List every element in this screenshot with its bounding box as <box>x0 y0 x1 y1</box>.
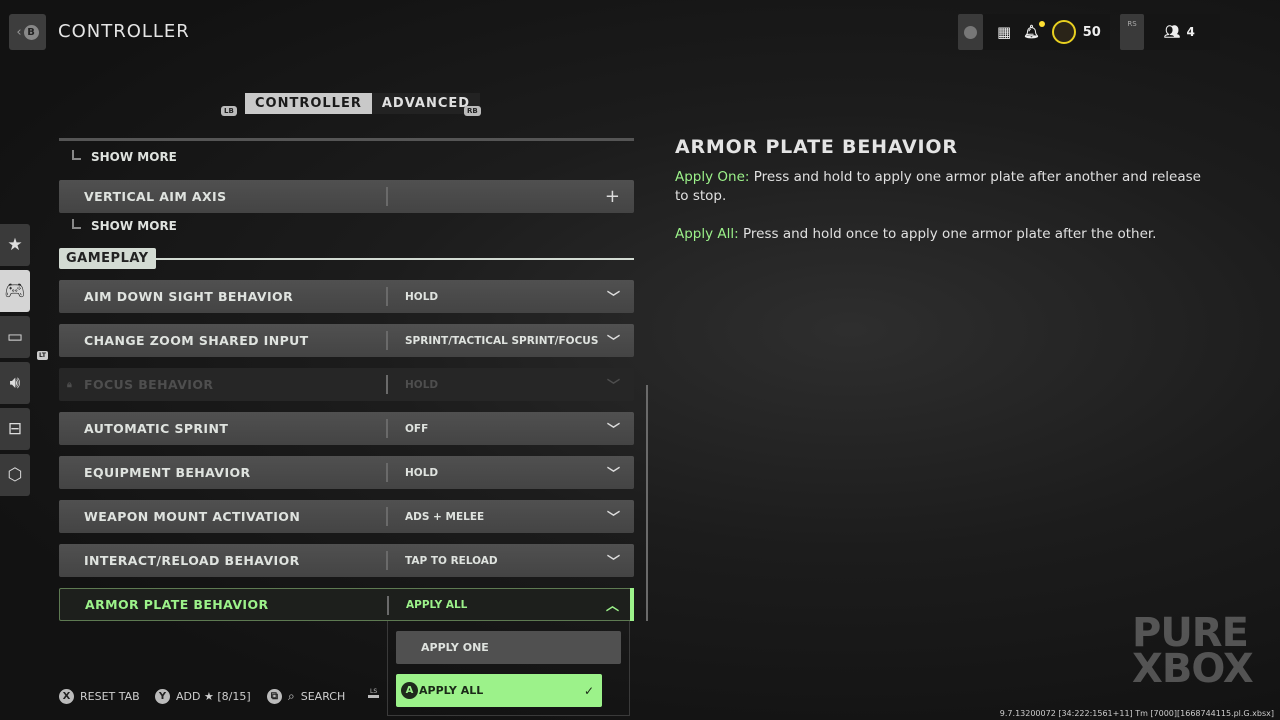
b-button-icon: B <box>23 24 39 40</box>
view-button-icon: ⧉ <box>267 689 282 704</box>
setting-value: TAP TO RELOAD <box>405 554 498 567</box>
setting-label: EQUIPMENT BEHAVIOR <box>84 465 251 480</box>
build-info: 9.7.13200072 [34:222:1561+11] Tm [7000][… <box>999 709 1274 718</box>
separator <box>386 463 388 482</box>
setting-value: HOLD <box>405 290 439 303</box>
setting-value: APPLY ALL <box>406 598 468 611</box>
setting-label: AUTOMATIC SPRINT <box>84 421 229 436</box>
lb-bumper: LB <box>221 98 237 117</box>
show-more-link[interactable]: SHOW MORE <box>72 150 177 164</box>
section-header-gameplay: GAMEPLAY <box>59 248 156 269</box>
setting-value: OFF <box>405 422 429 435</box>
lock-icon: 🔒︎ <box>67 379 72 390</box>
setting-value: SPRINT/TACTICAL SPRINT/FOCUS <box>405 334 599 347</box>
detail-title: ARMOR PLATE BEHAVIOR <box>675 136 958 158</box>
divider <box>59 138 634 141</box>
chevron-down-icon: ﹀ <box>606 555 620 570</box>
setting-row[interactable]: AUTOMATIC SPRINT OFF ﹀ <box>59 412 634 445</box>
chevron-down-icon: ﹀ <box>606 511 620 526</box>
grid-icon[interactable]: ▦ <box>997 23 1011 41</box>
chevron-down-icon: ﹀ <box>606 291 620 306</box>
rb-bumper: RB <box>464 98 481 117</box>
setting-label: FOCUS BEHAVIOR <box>84 377 214 392</box>
graphics-icon[interactable]: ▭ <box>0 316 30 358</box>
pure-xbox-watermark: PURE XBOX <box>1132 610 1254 692</box>
a-button-icon: A <box>401 682 418 699</box>
search-button[interactable]: ⧉ ⌕ SEARCH <box>267 689 345 704</box>
party-icon[interactable]: 👥︎ <box>1164 25 1181 40</box>
setting-label: WEAPON MOUNT ACTIVATION <box>84 509 301 524</box>
separator <box>387 596 389 615</box>
ls-hint: LS <box>368 688 380 698</box>
separator <box>386 419 388 438</box>
separator <box>386 331 388 350</box>
chevron-left-icon: ‹ <box>16 24 22 40</box>
tab-controller[interactable]: CONTROLLER <box>245 93 372 114</box>
setting-row[interactable]: AIM DOWN SIGHT BEHAVIOR HOLD ﹀ <box>59 280 634 313</box>
separator <box>386 287 388 306</box>
interface-icon[interactable]: ⊟ <box>0 408 30 450</box>
back-button[interactable]: ‹ B <box>9 14 46 50</box>
checkmark-icon: ✓ <box>583 683 594 698</box>
show-more-link[interactable]: SHOW MORE <box>72 219 177 233</box>
page-title: CONTROLLER <box>58 21 190 42</box>
setting-value: HOLD <box>405 378 439 391</box>
favorites-icon[interactable]: ★ <box>0 224 30 266</box>
setting-row-vertical-aim-axis[interactable]: VERTICAL AIM AXIS + <box>59 180 634 213</box>
setting-row[interactable]: EQUIPMENT BEHAVIOR HOLD ﹀ <box>59 456 634 489</box>
detail-apply-one: Apply One: Press and hold to apply one a… <box>675 169 1201 204</box>
menu-icon <box>964 25 977 39</box>
setting-row[interactable]: ARMOR PLATE BEHAVIOR APPLY ALL ︿ <box>59 588 634 621</box>
plus-icon: + <box>604 186 620 207</box>
setting-row: 🔒︎ FOCUS BEHAVIOR HOLD ﹀ <box>59 368 634 401</box>
separator <box>386 507 388 526</box>
reset-tab-button[interactable]: X RESET TAB <box>59 689 140 704</box>
setting-label: AIM DOWN SIGHT BEHAVIOR <box>84 289 294 304</box>
separator <box>386 375 388 394</box>
setting-label: INTERACT/RELOAD BEHAVIOR <box>84 553 300 568</box>
setting-value: ADS + MELEE <box>405 510 485 523</box>
search-icon: ⌕ <box>288 689 295 703</box>
chevron-down-icon: ﹀ <box>606 379 620 394</box>
chevron-up-icon: ︿ <box>605 599 619 614</box>
notification-bell-icon[interactable]: 🔔︎ <box>1023 20 1045 40</box>
party-bar: RS 👥︎ 4 <box>1120 14 1220 50</box>
rs-button[interactable]: RS <box>1120 14 1144 50</box>
setting-row[interactable]: INTERACT/RELOAD BEHAVIOR TAP TO RELOAD ﹀ <box>59 544 634 577</box>
party-count: 4 <box>1186 25 1195 39</box>
setting-row[interactable]: CHANGE ZOOM SHARED INPUT SPRINT/TACTICAL … <box>59 324 634 357</box>
chevron-down-icon: ﹀ <box>606 335 620 350</box>
level-number: 50 <box>1082 24 1101 40</box>
separator <box>386 551 388 570</box>
section-line <box>150 258 634 260</box>
setting-label: CHANGE ZOOM SHARED INPUT <box>84 333 309 348</box>
status-bar: ▦ 🔔︎ 50 <box>958 14 1110 50</box>
option-apply-one[interactable]: APPLY ONE <box>396 631 621 664</box>
tab-bar: CONTROLLER ADVANCED <box>245 93 481 114</box>
chevron-down-icon: ﹀ <box>606 423 620 438</box>
option-apply-all[interactable]: A APPLY ALL ✓ <box>396 674 602 707</box>
scrollbar[interactable] <box>646 385 648 621</box>
lt-badge: LT <box>37 351 48 360</box>
setting-row[interactable]: WEAPON MOUNT ACTIVATION ADS + MELEE ﹀ <box>59 500 634 533</box>
setting-value: HOLD <box>405 466 439 479</box>
detail-apply-all: Apply All: Press and hold once to apply … <box>675 226 1157 242</box>
rank-icon <box>1051 20 1076 44</box>
controller-icon[interactable]: 🎮︎ <box>0 270 30 312</box>
network-icon[interactable]: ⬡ <box>0 454 30 496</box>
chevron-down-icon: ﹀ <box>606 467 620 482</box>
audio-icon[interactable]: 🔊︎ <box>0 362 30 404</box>
setting-label: ARMOR PLATE BEHAVIOR <box>85 597 269 612</box>
menu-button[interactable] <box>958 14 983 50</box>
add-favorite-button[interactable]: Y ADD ★ [8/15] <box>155 689 251 704</box>
